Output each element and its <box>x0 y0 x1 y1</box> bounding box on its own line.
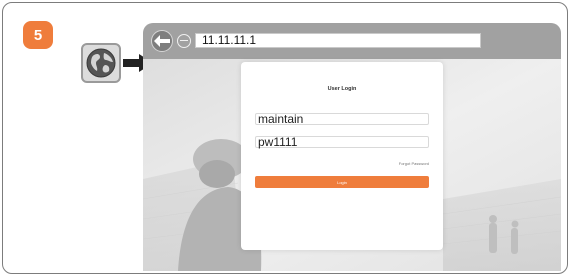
step-number-badge: 5 <box>23 21 53 49</box>
url-input[interactable]: 11.11.11.1 <box>195 33 481 48</box>
browser-app-tile[interactable] <box>81 43 121 83</box>
stop-icon[interactable] <box>177 34 191 48</box>
login-card: User Login maintain pw1111 Forgot Passwo… <box>241 62 443 250</box>
login-title: User Login <box>327 86 357 92</box>
password-field[interactable]: pw1111 <box>255 136 429 148</box>
login-button[interactable]: Login <box>255 176 429 188</box>
browser-window: 11.11.11.1 User Login maintain pw1111 Fo… <box>143 23 561 271</box>
address-bar: 11.11.11.1 <box>143 23 561 59</box>
back-button[interactable] <box>151 30 173 52</box>
globe-icon <box>86 48 116 78</box>
username-field[interactable]: maintain <box>255 113 429 125</box>
forgot-password-link[interactable]: Forgot Password <box>399 161 429 166</box>
back-arrow-icon <box>154 35 170 47</box>
